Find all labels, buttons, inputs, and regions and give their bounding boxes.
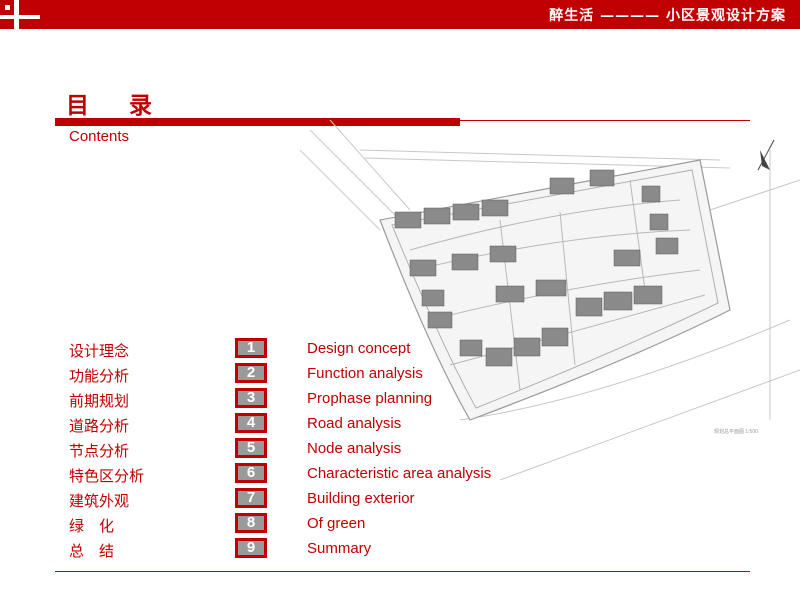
toc-number: 1 (238, 340, 264, 355)
toc-label-cn: 建筑外观 (69, 493, 130, 510)
toc-label-en: Function analysis (307, 365, 423, 382)
toc-item[interactable]: 道路分析 4 Road analysis (0, 413, 800, 435)
toc-label-cn: 道路分析 (69, 418, 130, 435)
toc-number-box: 1 (235, 338, 267, 358)
toc-label-en: Building exterior (307, 490, 415, 507)
toc-label-en: Design concept (307, 340, 411, 357)
toc-number: 4 (238, 415, 264, 430)
toc-number-box: 8 (235, 513, 267, 533)
toc-number-box: 9 (235, 538, 267, 558)
toc-number-box: 3 (235, 388, 267, 408)
toc-number: 5 (238, 440, 264, 455)
toc-item[interactable]: 前期规划 3 Prophase planning (0, 388, 800, 410)
page-title: 目录 (66, 92, 192, 119)
toc-item[interactable]: 设计理念 1 Design concept (0, 338, 800, 360)
toc-label-en: Characteristic area analysis (307, 465, 492, 482)
toc-label-cn: 节点分析 (69, 443, 130, 460)
toc-number-box: 7 (235, 488, 267, 508)
toc-number-box: 2 (235, 363, 267, 383)
toc-item[interactable]: 建筑外观 7 Building exterior (0, 488, 800, 510)
toc-label-en: Road analysis (307, 415, 402, 432)
toc-number-box: 6 (235, 463, 267, 483)
toc-item[interactable]: 功能分析 2 Function analysis (0, 363, 800, 385)
toc-label-cn: 总 结 (69, 543, 115, 560)
toc-item[interactable]: 节点分析 5 Node analysis (0, 438, 800, 460)
toc-label-en: Prophase planning (307, 390, 433, 407)
toc-number: 2 (238, 365, 264, 380)
toc-number-box: 4 (235, 413, 267, 433)
page-subtitle: Contents (69, 128, 130, 145)
toc-label-cn: 绿 化 (69, 518, 115, 535)
north-arrow-icon (757, 139, 775, 171)
toc-number-box: 5 (235, 438, 267, 458)
toc-label-en: Of green (307, 515, 366, 532)
toc-number: 8 (238, 515, 264, 530)
toc-label-cn: 功能分析 (69, 368, 130, 385)
toc-item[interactable]: 绿 化 8 Of green (0, 513, 800, 535)
toc-number: 7 (238, 490, 264, 505)
toc-item[interactable]: 总 结 9 Summary (0, 538, 800, 560)
toc-label-cn: 特色区分析 (69, 468, 145, 485)
toc-label-cn: 前期规划 (69, 393, 130, 410)
toc-number: 6 (238, 465, 264, 480)
toc-item[interactable]: 特色区分析 6 Characteristic area analysis (0, 463, 800, 485)
toc-label-cn: 设计理念 (69, 343, 130, 360)
header-title: 醉生活 ———— 小区景观设计方案 (549, 8, 786, 24)
toc-label-en: Node analysis (307, 440, 402, 457)
footer-divider (55, 571, 750, 572)
toc-label-en: Summary (307, 540, 372, 557)
toc-number: 9 (238, 540, 264, 555)
toc-number: 3 (238, 390, 264, 405)
logo-icon (0, 0, 40, 29)
